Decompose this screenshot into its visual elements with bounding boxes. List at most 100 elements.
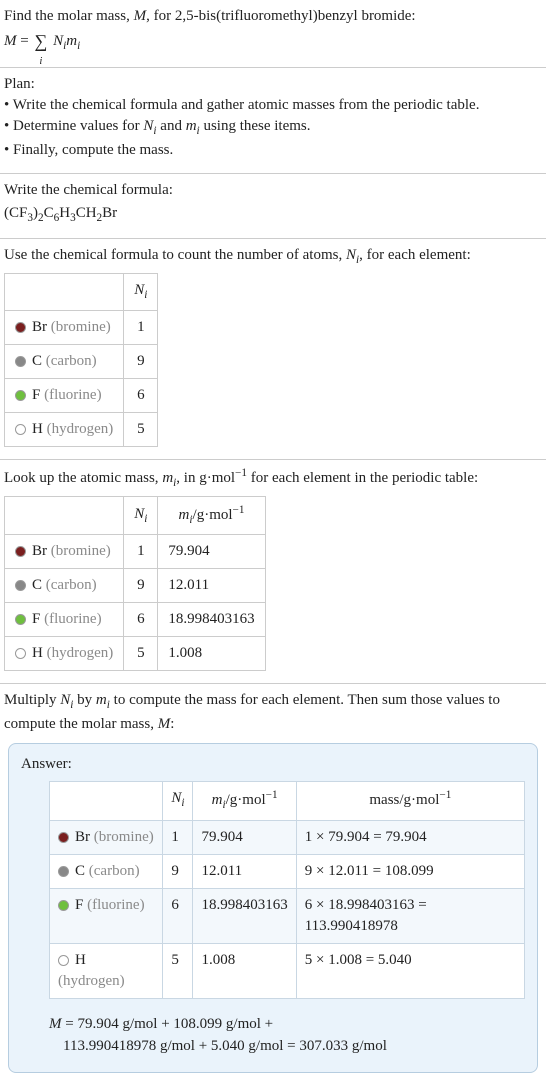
element-name: (fluorine) xyxy=(83,897,144,913)
mass-suf: for each element in the periodic table: xyxy=(247,470,478,486)
element-symbol: Br xyxy=(32,319,47,335)
element-name: (fluorine) xyxy=(40,387,101,403)
coln-sym: N xyxy=(171,790,181,806)
count-suf: , for each element: xyxy=(359,247,471,263)
n-value: 6 xyxy=(124,603,158,637)
mass-calc: 6 × 18.998403163 = 113.990418978 xyxy=(296,888,524,943)
element-name: (hydrogen) xyxy=(58,973,125,989)
element-cell: C (carbon) xyxy=(50,854,163,888)
coln-sym: N xyxy=(134,282,144,298)
mass-mid: , in g·mol xyxy=(176,470,235,486)
table-row: Br (bromine)179.9041 × 79.904 = 79.904 xyxy=(50,820,525,854)
answer-box: Answer: Ni mi/g·mol−1 mass/g·mol−1 Br (b… xyxy=(8,743,538,1073)
element-cell: H (hydrogen) xyxy=(50,943,163,998)
element-dot-icon xyxy=(15,322,26,333)
chemical-formula: (CF3)2C6H3CH2Br xyxy=(4,203,542,227)
n-value: 9 xyxy=(124,569,158,603)
n-value: 1 xyxy=(163,820,193,854)
m-value: 1.008 xyxy=(193,943,296,998)
multiply-section: Multiply Ni by mi to compute the mass fo… xyxy=(0,684,546,1085)
element-cell: F (fluorine) xyxy=(50,888,163,943)
col-n: Ni xyxy=(124,274,158,311)
answer-table: Ni mi/g·mol−1 mass/g·mol−1 Br (bromine)1… xyxy=(49,781,525,999)
element-dot-icon xyxy=(15,424,26,435)
eq-eq: = xyxy=(17,33,33,49)
sigma-icon: ∑i xyxy=(34,29,47,54)
col-n: Ni xyxy=(163,782,193,821)
mass-section: Look up the atomic mass, mi, in g·mol−1 … xyxy=(0,460,546,685)
colmass-exp: −1 xyxy=(439,789,451,801)
eq-lhs: M xyxy=(4,33,17,49)
mul-n: N xyxy=(60,692,70,708)
count-line: Use the chemical formula to count the nu… xyxy=(4,245,542,269)
element-cell: F (fluorine) xyxy=(5,378,124,412)
colm-sym: m xyxy=(179,507,190,523)
f-p4: H xyxy=(59,205,70,221)
count-pre: Use the chemical formula to count the nu… xyxy=(4,247,346,263)
plan2-n: N xyxy=(143,118,153,134)
answer-title: Answer: xyxy=(21,754,525,775)
mass-line: Look up the atomic mass, mi, in g·mol−1 … xyxy=(4,466,542,492)
element-symbol: Br xyxy=(75,829,90,845)
mul-m: m xyxy=(96,692,107,708)
formula-title: Write the chemical formula: xyxy=(4,180,542,201)
element-cell: F (fluorine) xyxy=(5,603,124,637)
plan2-m: m xyxy=(186,118,197,134)
table-row: C (carbon)912.011 xyxy=(5,569,266,603)
element-symbol: H xyxy=(32,645,43,661)
colmass-pre: mass/g·mol xyxy=(369,792,439,808)
element-dot-icon xyxy=(58,866,69,877)
element-cell: C (carbon) xyxy=(5,344,124,378)
element-dot-icon xyxy=(58,832,69,843)
col-m: mi/g·mol−1 xyxy=(158,496,265,535)
f-p6: Br xyxy=(102,205,117,221)
m-value: 18.998403163 xyxy=(193,888,296,943)
n-value: 5 xyxy=(124,637,158,671)
m-value: 18.998403163 xyxy=(158,603,265,637)
element-name: (hydrogen) xyxy=(43,421,113,437)
intro-equation: M = ∑i Nimi xyxy=(4,29,542,55)
table-header: Ni mi/g·mol−1 mass/g·mol−1 xyxy=(50,782,525,821)
mass-calc: 5 × 1.008 = 5.040 xyxy=(296,943,524,998)
plan-item-1: • Write the chemical formula and gather … xyxy=(4,95,542,116)
count-section: Use the chemical formula to count the nu… xyxy=(0,239,546,460)
element-name: (carbon) xyxy=(42,577,97,593)
n-value: 6 xyxy=(163,888,193,943)
n-value: 9 xyxy=(124,344,158,378)
element-symbol: H xyxy=(32,421,43,437)
eq-n: N xyxy=(53,33,63,49)
table-row: F (fluorine)618.9984031636 × 18.99840316… xyxy=(50,888,525,943)
element-cell: Br (bromine) xyxy=(50,820,163,854)
m-value: 1.008 xyxy=(158,637,265,671)
mass-table: Ni mi/g·mol−1 Br (bromine)179.904 C (car… xyxy=(4,496,266,672)
colm-mid: /g·mol xyxy=(193,507,233,523)
f-p1: (CF xyxy=(4,205,27,221)
answer-M: M xyxy=(49,1016,62,1032)
f-p5: CH xyxy=(76,205,97,221)
coln-sym: N xyxy=(134,506,144,522)
coln-sub: i xyxy=(181,797,184,809)
mul-Mvar: M xyxy=(158,716,171,732)
plan2-suf: using these items. xyxy=(200,118,311,134)
element-dot-icon xyxy=(58,900,69,911)
plan-item-3: • Finally, compute the mass. xyxy=(4,140,542,161)
m-value: 79.904 xyxy=(193,820,296,854)
intro-section: Find the molar mass, M, for 2,5-bis(trif… xyxy=(0,0,546,68)
plan2-and: and xyxy=(157,118,186,134)
formula-section: Write the chemical formula: (CF3)2C6H3CH… xyxy=(0,174,546,240)
answer-calc-line1: = 79.904 g/mol + 108.099 g/mol + xyxy=(62,1016,274,1032)
element-cell: Br (bromine) xyxy=(5,310,124,344)
table-header: Ni mi/g·mol−1 xyxy=(5,496,266,535)
n-value: 9 xyxy=(163,854,193,888)
element-cell: C (carbon) xyxy=(5,569,124,603)
answer-calc-line2: 113.990418978 g/mol + 5.040 g/mol = 307.… xyxy=(49,1038,387,1054)
coln-sub: i xyxy=(144,513,147,525)
element-cell: Br (bromine) xyxy=(5,535,124,569)
m-value: 79.904 xyxy=(158,535,265,569)
mass-pre: Look up the atomic mass, xyxy=(4,470,162,486)
col-mass: mass/g·mol−1 xyxy=(296,782,524,821)
mul-by: by xyxy=(73,692,96,708)
mass-m: m xyxy=(162,470,173,486)
mul-suf: : xyxy=(170,716,174,732)
element-name: (hydrogen) xyxy=(43,645,113,661)
